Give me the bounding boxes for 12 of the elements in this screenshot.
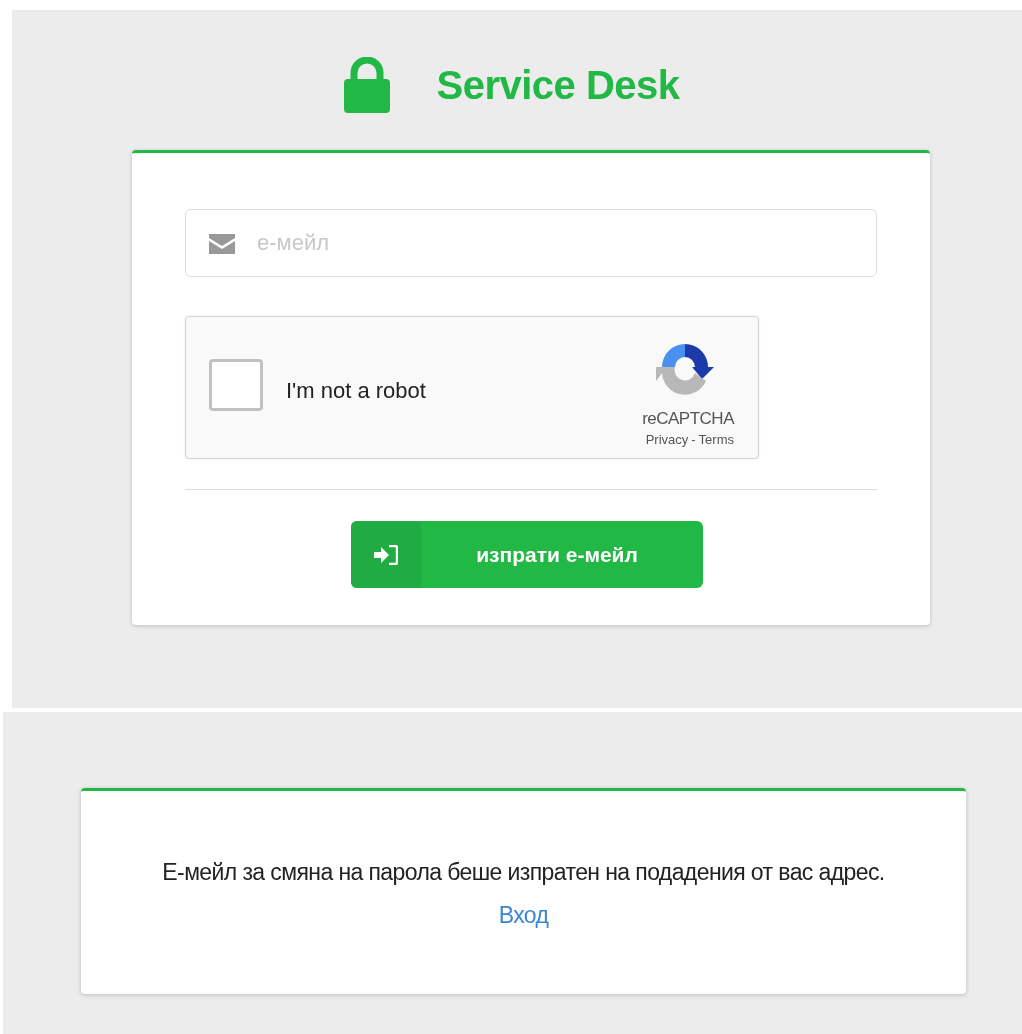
captcha-checkbox[interactable] bbox=[209, 359, 263, 411]
sign-in-icon bbox=[374, 544, 398, 565]
envelope-icon bbox=[209, 234, 235, 254]
lock-icon bbox=[344, 57, 391, 113]
privacy-link[interactable]: Privacy bbox=[645, 430, 689, 450]
link-separator: - bbox=[691, 431, 696, 449]
confirmation-message: Е-мейл за смяна на парола беше изпратен на подадения от вас адрес. Вход bbox=[161, 858, 886, 930]
recaptcha-brand: reCAPTCHA bbox=[642, 408, 734, 430]
terms-link[interactable]: Terms bbox=[698, 430, 734, 450]
app-title: Service Desk bbox=[436, 62, 680, 109]
login-link[interactable]: Вход bbox=[498, 902, 549, 928]
captcha-label: I'm not a robot bbox=[286, 377, 426, 405]
